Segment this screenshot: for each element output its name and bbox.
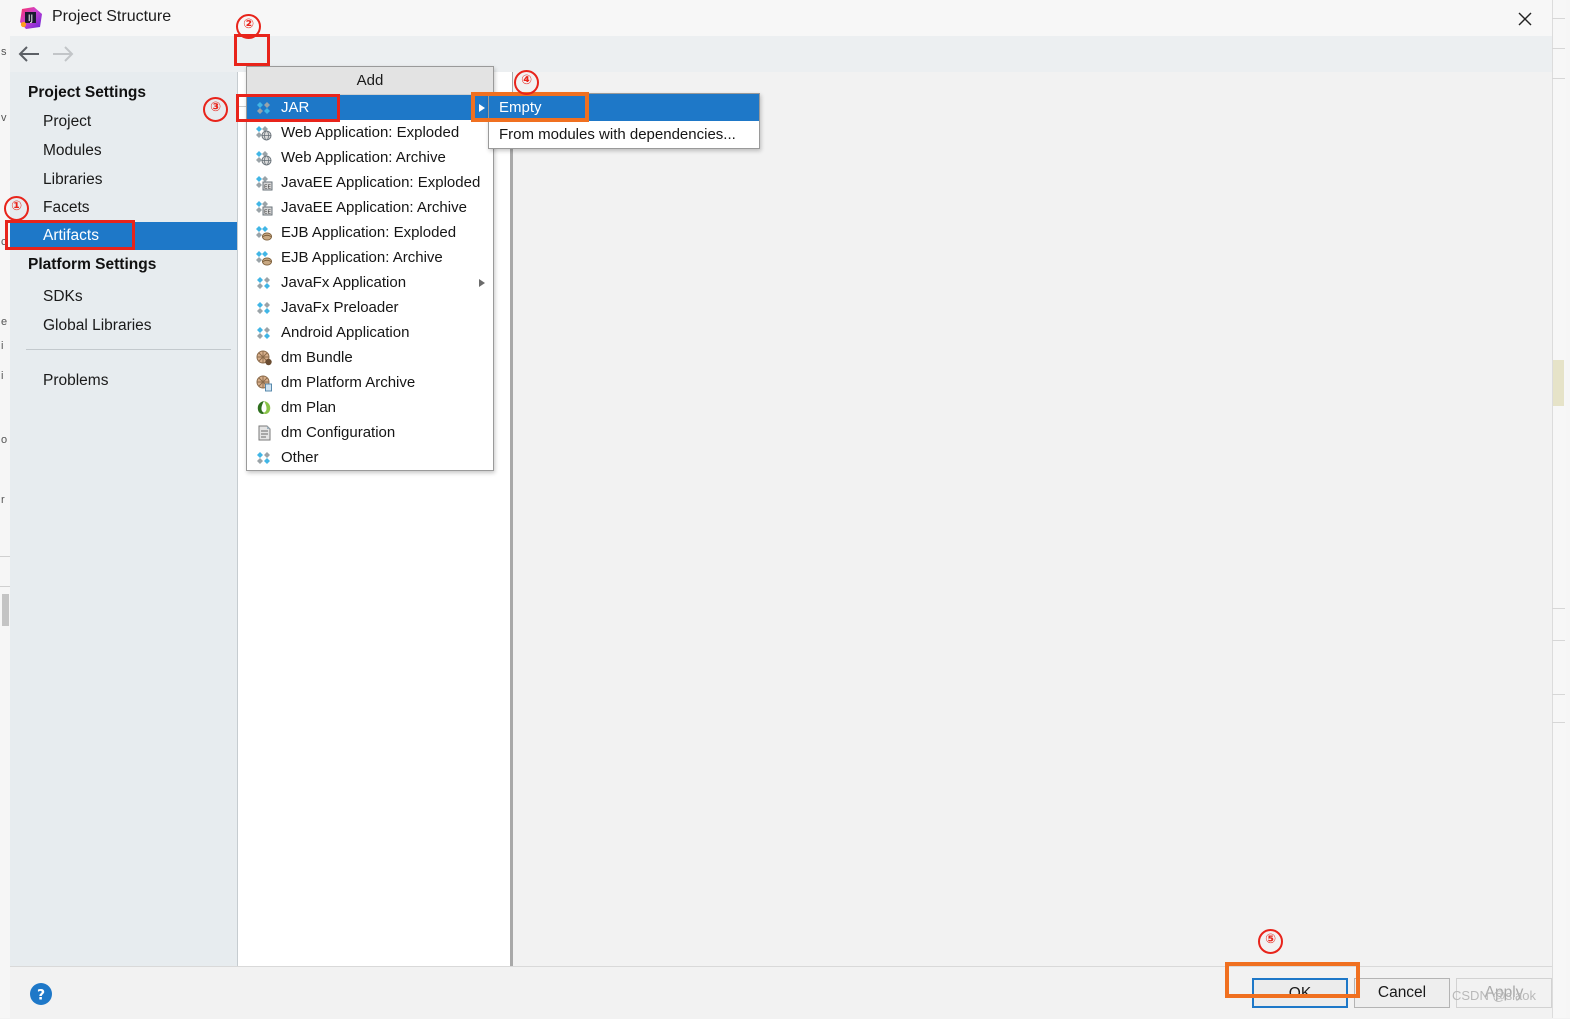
dm-platform-icon <box>255 374 273 392</box>
menu-item-label: JavaFx Preloader <box>281 299 399 316</box>
svg-text:EE: EE <box>264 210 271 216</box>
submenu-item-from-modules-with-dependencies[interactable]: From modules with dependencies... <box>489 121 759 148</box>
artifact-ejb-icon <box>255 249 273 267</box>
menu-item-label: Other <box>281 449 319 466</box>
artifact-web-icon <box>255 124 273 142</box>
add-menu-header: Add <box>247 67 493 95</box>
menu-item-label: dm Bundle <box>281 349 353 366</box>
menu-item-dm-plan[interactable]: dm Plan <box>247 395 493 420</box>
artifact-jar-icon <box>255 99 273 117</box>
sidebar-item-facets[interactable]: Facets <box>10 194 237 222</box>
submenu-item-empty[interactable]: Empty <box>489 94 759 121</box>
menu-item-dm-bundle[interactable]: dm Bundle <box>247 345 493 370</box>
artifact-details-pane <box>513 72 1552 966</box>
artifact-generic-icon <box>255 274 273 292</box>
settings-sidebar: Project Settings Platform Settings Proje… <box>10 72 238 966</box>
svg-text:IJ: IJ <box>28 14 33 24</box>
menu-item-label: Android Application <box>281 324 410 341</box>
navigation-bar <box>10 36 1552 72</box>
artifact-generic-icon <box>255 324 273 342</box>
artifact-javaee-icon: EE <box>255 199 273 217</box>
arrow-left-icon[interactable] <box>14 42 44 66</box>
artifact-web-icon <box>255 149 273 167</box>
sidebar-item-sdks[interactable]: SDKs <box>10 283 237 311</box>
chevron-right-icon <box>479 279 485 287</box>
menu-item-javafx-preloader[interactable]: JavaFx Preloader <box>247 295 493 320</box>
svg-text:?: ? <box>37 988 45 1004</box>
dm-bundle-icon <box>255 349 273 367</box>
cancel-button[interactable]: Cancel <box>1354 978 1450 1008</box>
add-artifact-menu: Add JAR Web Application: Exploded Web Ap… <box>246 66 494 471</box>
sidebar-item-artifacts[interactable]: Artifacts <box>10 222 237 250</box>
sidebar-item-global-libraries[interactable]: Global Libraries <box>10 312 237 340</box>
menu-item-dm-configuration[interactable]: dm Configuration <box>247 420 493 445</box>
menu-item-label: JAR <box>281 99 310 116</box>
intellij-idea-logo-icon: IJ <box>20 7 42 29</box>
menu-item-label: EJB Application: Archive <box>281 249 443 266</box>
dm-configuration-icon <box>255 424 273 442</box>
sidebar-item-problems[interactable]: Problems <box>10 367 237 395</box>
menu-item-label: dm Configuration <box>281 424 396 441</box>
close-icon[interactable] <box>1505 6 1545 32</box>
menu-item-label: JavaEE Application: Archive <box>281 199 467 216</box>
background-scrollbar-track[interactable] <box>1552 0 1566 1018</box>
menu-item-web-application-exploded[interactable]: Web Application: Exploded <box>247 120 493 145</box>
menu-item-label: Web Application: Archive <box>281 149 446 166</box>
artifact-javaee-icon: EE <box>255 174 273 192</box>
artifact-generic-icon <box>255 449 273 467</box>
dialog-title-bar: IJ Project Structure <box>10 0 1552 36</box>
dm-plan-icon <box>255 399 273 417</box>
menu-item-label: dm Plan <box>281 399 337 416</box>
menu-item-javaee-application-archive[interactable]: EE JavaEE Application: Archive <box>247 195 493 220</box>
menu-item-label: dm Platform Archive <box>281 374 416 391</box>
menu-item-javaee-application-exploded[interactable]: EE JavaEE Application: Exploded <box>247 170 493 195</box>
watermark-text: CSDN @siaok <box>1452 988 1536 1003</box>
jar-submenu: Empty From modules with dependencies... <box>488 93 760 149</box>
artifact-generic-icon <box>255 299 273 317</box>
menu-item-label: JavaFx Application <box>281 274 407 291</box>
menu-item-label: Web Application: Exploded <box>281 124 460 141</box>
menu-item-label: JavaEE Application: Exploded <box>281 174 481 191</box>
sidebar-group-project-settings: Project Settings <box>28 84 146 101</box>
sidebar-item-modules[interactable]: Modules <box>10 137 237 165</box>
help-icon[interactable]: ? <box>28 981 54 1007</box>
menu-item-web-application-archive[interactable]: Web Application: Archive <box>247 145 493 170</box>
menu-item-other[interactable]: Other <box>247 445 493 470</box>
dialog-button-bar: ? OK Cancel Apply <box>10 966 1552 1019</box>
menu-item-android-application[interactable]: Android Application <box>247 320 493 345</box>
page-title: Project Structure <box>52 8 172 25</box>
artifact-ejb-icon <box>255 224 273 242</box>
menu-item-ejb-application-archive[interactable]: EJB Application: Archive <box>247 245 493 270</box>
background-window-right-edge <box>1552 0 1570 1018</box>
project-structure-dialog: IJ Project Structure Project Settings Pl… <box>10 0 1552 1019</box>
menu-item-javafx-application[interactable]: JavaFx Application <box>247 270 493 295</box>
svg-text:EE: EE <box>264 185 271 191</box>
sidebar-item-libraries[interactable]: Libraries <box>10 166 237 194</box>
ok-button[interactable]: OK <box>1252 978 1348 1008</box>
menu-item-jar[interactable]: JAR <box>247 95 493 120</box>
menu-item-dm-platform-archive[interactable]: dm Platform Archive <box>247 370 493 395</box>
sidebar-divider <box>26 349 231 350</box>
arrow-right-icon <box>48 42 78 66</box>
sidebar-item-project[interactable]: Project <box>10 108 237 136</box>
sidebar-group-platform-settings: Platform Settings <box>28 256 157 273</box>
pane-splitter[interactable] <box>510 72 513 966</box>
chevron-right-icon <box>479 104 485 112</box>
menu-item-label: EJB Application: Exploded <box>281 224 457 241</box>
menu-item-ejb-application-exploded[interactable]: EJB Application: Exploded <box>247 220 493 245</box>
background-scrollbar-thumb[interactable] <box>1553 360 1564 406</box>
